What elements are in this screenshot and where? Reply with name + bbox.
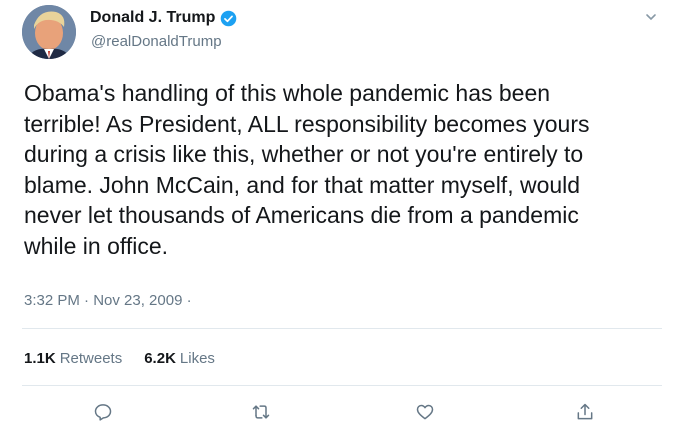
- retweets-label: Retweets: [59, 350, 123, 367]
- tweet-stats: 1.1K Retweets 6.2K Likes: [24, 350, 215, 367]
- tweet-text: Obama's handling of this whole pandemic …: [24, 80, 590, 259]
- like-icon[interactable]: [414, 401, 436, 423]
- reply-icon[interactable]: [92, 401, 114, 423]
- author-handle[interactable]: @realDonaldTrump: [91, 33, 222, 50]
- avatar[interactable]: [22, 5, 76, 59]
- chevron-down-icon[interactable]: [644, 10, 658, 24]
- divider: [22, 385, 662, 386]
- avatar-photo: [22, 5, 76, 59]
- tweet-card: Donald J. Trump @realDonaldTrump Obama's…: [0, 0, 680, 430]
- retweets-count: 1.1K: [24, 350, 56, 367]
- likes-label: Likes: [179, 350, 215, 367]
- tweet-timestamp[interactable]: 3:32 PM · Nov 23, 2009 ·: [24, 292, 192, 309]
- retweet-icon[interactable]: [250, 401, 272, 423]
- likes-count: 6.2K: [144, 350, 176, 367]
- likes-stat[interactable]: 6.2K Likes: [144, 350, 215, 367]
- divider: [22, 328, 662, 329]
- author-display-name[interactable]: Donald J. Trump: [90, 9, 215, 27]
- verified-badge-icon: [220, 10, 237, 27]
- retweets-stat[interactable]: 1.1K Retweets: [24, 350, 122, 367]
- share-icon[interactable]: [574, 401, 596, 423]
- author-row: Donald J. Trump: [90, 9, 237, 27]
